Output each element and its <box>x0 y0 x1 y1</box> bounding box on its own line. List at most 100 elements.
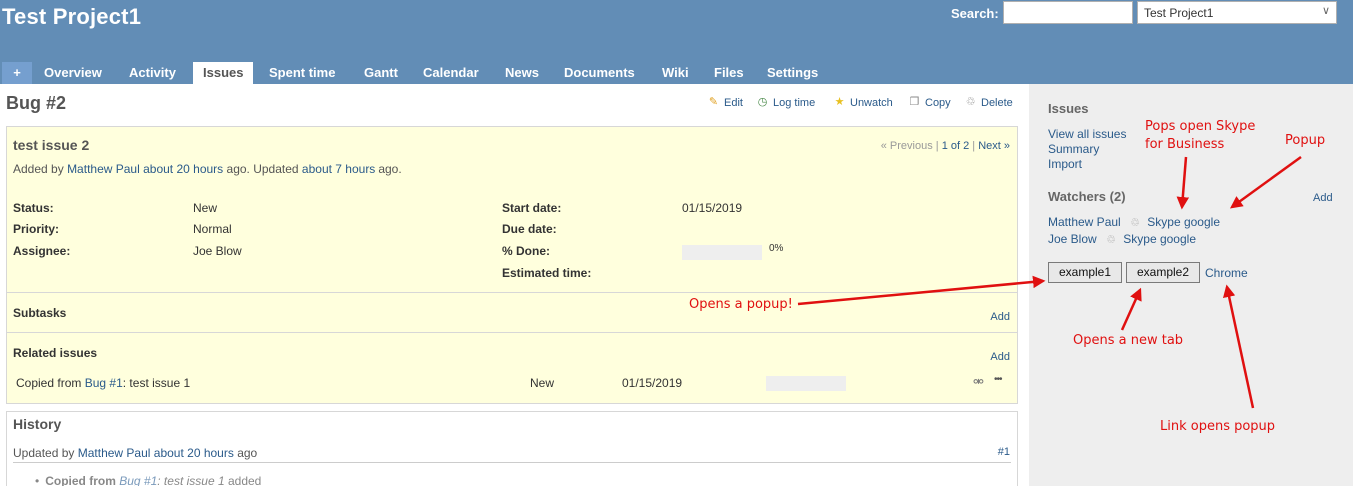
related-issues-title: Related issues <box>13 346 98 360</box>
history-section: History Updated by Matthew Paul about 20… <box>6 411 1018 486</box>
issue-pager: « Previous | 1 of 2 | Next » <box>881 140 1010 152</box>
related-prefix: Copied from <box>16 376 82 390</box>
edit-button[interactable]: ✎ Edit <box>707 96 743 109</box>
summary-link[interactable]: Summary <box>1048 142 1099 156</box>
priority-label: Priority: <box>13 222 60 236</box>
journal-prefix: Updated by <box>13 446 75 460</box>
watcher-name-link[interactable]: Joe Blow <box>1048 232 1097 246</box>
status-label: Status: <box>13 201 54 215</box>
watcher-row: Joe Blow ♲ Skype google <box>1048 232 1196 246</box>
journal-detail: • Copied from Bug #1: test issue 1 added <box>35 474 262 486</box>
trash-icon[interactable]: ♲ <box>1106 234 1116 246</box>
journal-detail-subject: : test issue 1 <box>157 474 225 486</box>
unlink-icon[interactable]: ⚮ <box>973 374 984 390</box>
tab-settings[interactable]: Settings <box>757 62 828 84</box>
main-content: Bug #2 ✎ Edit ◷ Log time ★ Unwatch ❐ Cop… <box>0 84 1029 486</box>
edit-label: Edit <box>724 96 743 109</box>
unwatch-button[interactable]: ★ Unwatch <box>833 96 893 109</box>
subtasks-title: Subtasks <box>13 306 67 320</box>
author-prefix: Added by <box>13 162 64 176</box>
more-actions-icon[interactable]: ••• <box>994 374 1002 385</box>
related-progress-bar <box>766 376 846 391</box>
project-select-value: Test Project1 <box>1144 6 1214 20</box>
bullet: • <box>35 474 40 486</box>
tab-files[interactable]: Files <box>704 62 754 84</box>
due-date-label: Due date: <box>502 222 557 236</box>
previous-link[interactable]: « Previous <box>881 140 933 152</box>
tab-issues[interactable]: Issues <box>193 62 254 84</box>
watcher-row: Matthew Paul ♲ Skype google <box>1048 215 1220 229</box>
updated-ago-link[interactable]: about 7 hours <box>302 162 375 176</box>
tab-overview[interactable]: Overview <box>34 62 112 84</box>
divider <box>7 332 1017 333</box>
done-label: % Done: <box>502 244 550 258</box>
journal-detail-suffix: added <box>227 474 262 486</box>
related-issue-link[interactable]: Bug #1 <box>85 376 123 390</box>
tab-documents[interactable]: Documents <box>554 62 645 84</box>
annotation-skype: Pops open Skype for Business <box>1145 119 1256 152</box>
add-watcher-link[interactable]: Add <box>1313 192 1333 204</box>
tab-gantt[interactable]: Gantt <box>354 62 408 84</box>
pager-position-link[interactable]: 1 of 2 <box>942 140 970 152</box>
chrome-link[interactable]: Chrome <box>1205 266 1248 280</box>
chevron-down-icon: ∨ <box>1321 5 1330 17</box>
add-subtask-link[interactable]: Add <box>990 311 1010 323</box>
top-header: Test Project1 Search: Test Project1 ∨ + … <box>0 0 1353 84</box>
issue-heading: Bug #2 <box>6 93 67 113</box>
done-progress-bar <box>682 245 762 260</box>
assignee-label: Assignee: <box>13 244 71 258</box>
tab-news[interactable]: News <box>495 62 549 84</box>
divider <box>7 292 1017 293</box>
trash-icon[interactable]: ♲ <box>1130 217 1140 229</box>
copy-icon: ❐ <box>909 96 920 108</box>
tab-activity[interactable]: Activity <box>119 62 186 84</box>
delete-label: Delete <box>981 96 1013 109</box>
added-ago-link[interactable]: about 20 hours <box>143 162 223 176</box>
view-all-issues-link[interactable]: View all issues <box>1048 127 1126 141</box>
skype-link[interactable]: Skype google <box>1147 215 1220 229</box>
watcher-name-link[interactable]: Matthew Paul <box>1048 215 1121 229</box>
tab-spent-time[interactable]: Spent time <box>259 62 345 84</box>
history-title: History <box>13 416 62 432</box>
assignee-link[interactable]: Joe Blow <box>193 244 242 258</box>
example1-button[interactable]: example1 <box>1048 262 1122 283</box>
status-value: New <box>193 201 218 215</box>
delete-button[interactable]: ♲ Delete <box>964 96 1013 109</box>
next-link[interactable]: Next » <box>978 140 1010 152</box>
journal-number-link[interactable]: #1 <box>998 446 1010 458</box>
journal-ago-link[interactable]: about 20 hours <box>154 446 234 460</box>
journal-detail-label: Copied from <box>45 474 116 486</box>
author-link[interactable]: Matthew Paul <box>67 162 140 176</box>
start-date-label: Start date: <box>502 201 562 215</box>
project-title[interactable]: Test Project1 <box>2 4 141 30</box>
issue-details: test issue 2 « Previous | 1 of 2 | Next … <box>6 126 1018 404</box>
new-object-button[interactable]: + <box>2 62 32 84</box>
tab-wiki[interactable]: Wiki <box>652 62 699 84</box>
copy-button[interactable]: ❐ Copy <box>908 96 951 109</box>
add-related-link[interactable]: Add <box>990 351 1010 363</box>
watchers-title: Watchers (2) <box>1048 189 1126 204</box>
journal-author-link[interactable]: Matthew Paul <box>78 446 151 460</box>
trash-icon: ♲ <box>965 96 976 108</box>
updated-prefix: ago. Updated <box>226 162 299 176</box>
skype-link[interactable]: Skype google <box>1123 232 1196 246</box>
annotation-popup: Popup <box>1285 133 1326 148</box>
journal-ago-suffix: ago <box>237 446 258 460</box>
star-icon: ★ <box>834 96 845 108</box>
search-input[interactable] <box>1003 1 1133 24</box>
log-time-button[interactable]: ◷ Log time <box>756 96 816 109</box>
copy-label: Copy <box>925 96 951 109</box>
journal-detail-link[interactable]: Bug #1 <box>119 474 157 486</box>
project-jump-select[interactable]: Test Project1 ∨ <box>1137 1 1337 24</box>
issue-subject: test issue 2 <box>13 137 90 153</box>
related-date: 01/15/2019 <box>622 376 683 390</box>
clock-icon: ◷ <box>757 96 768 108</box>
annotation-opens-popup: Opens a popup! <box>689 297 793 312</box>
divider <box>13 462 1011 463</box>
import-link[interactable]: Import <box>1048 157 1082 171</box>
related-subject: : test issue 1 <box>122 376 191 390</box>
example2-button[interactable]: example2 <box>1126 262 1200 283</box>
annotation-link-popup: Link opens popup <box>1160 419 1276 434</box>
related-issue-row: Copied from Bug #1: test issue 1 <box>16 376 190 390</box>
tab-calendar[interactable]: Calendar <box>413 62 489 84</box>
